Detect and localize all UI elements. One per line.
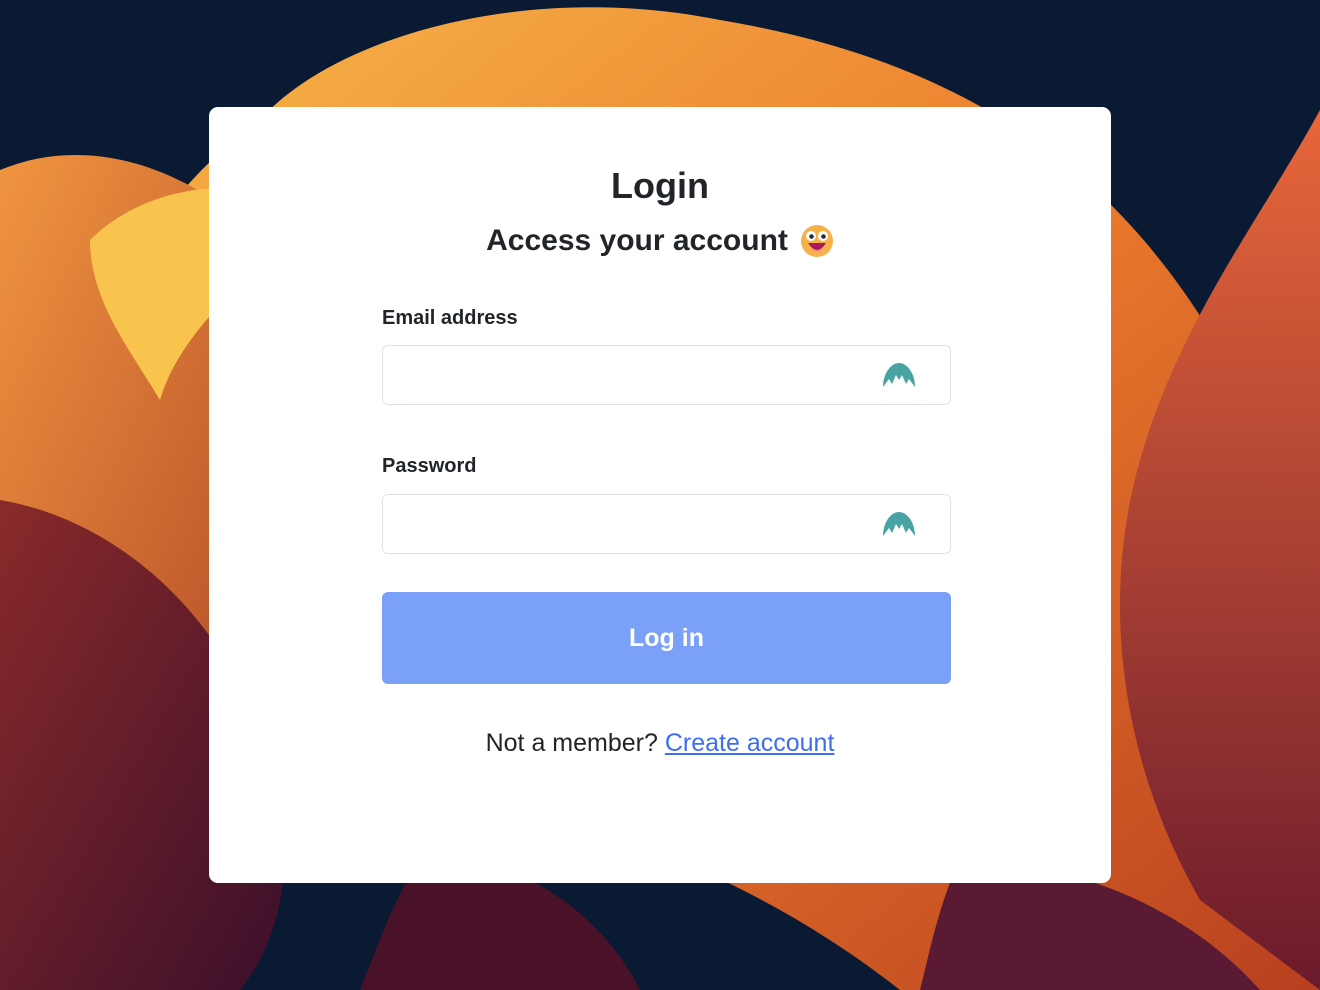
email-label: Email address (382, 307, 518, 329)
page-title: Login (611, 165, 709, 206)
signup-prompt: Not a member? Create account (209, 727, 1111, 759)
nordpass-autofill-icon[interactable] (882, 510, 916, 538)
password-label: Password (382, 455, 477, 477)
login-button[interactable]: Log in (382, 592, 951, 684)
nordpass-autofill-icon[interactable] (882, 361, 916, 389)
subtitle: Access your account (209, 221, 1111, 261)
password-field-wrapper (382, 494, 951, 554)
grinning-face-emoji-icon (800, 224, 834, 258)
email-field-wrapper (382, 345, 951, 405)
password-field[interactable] (383, 495, 950, 553)
email-field[interactable] (383, 346, 950, 404)
signup-prompt-text: Not a member? (485, 729, 658, 757)
create-account-link[interactable]: Create account (665, 729, 835, 757)
subtitle-text: Access your account (486, 224, 788, 257)
login-card: Login Access your account Email address … (209, 107, 1111, 883)
